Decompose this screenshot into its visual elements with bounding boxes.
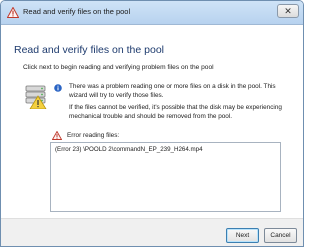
wizard-window: Read and verify files on the pool ✕ Read… xyxy=(0,0,304,247)
warning-icon xyxy=(52,131,62,140)
list-item[interactable]: (Error 23) \POOLD 2\commandN_EP_239_H264… xyxy=(55,146,203,153)
page-subtitle: Click next to begin reading and verifyin… xyxy=(23,64,214,71)
wizard-content: Read and verify files on the pool Click … xyxy=(1,25,303,218)
error-label: Error reading files: xyxy=(67,132,120,139)
info-icon xyxy=(54,84,62,92)
hint-message: If the files cannot be verified, it's po… xyxy=(69,104,282,120)
drive-icon xyxy=(25,85,47,109)
next-button[interactable]: Next xyxy=(226,228,259,243)
title-bar[interactable]: Read and verify files on the pool ✕ xyxy=(1,1,303,25)
window-title: Read and verify files on the pool xyxy=(23,7,131,16)
page-title: Read and verify files on the pool xyxy=(14,44,165,56)
warning-icon xyxy=(7,7,19,18)
close-button[interactable]: ✕ xyxy=(277,4,299,18)
cancel-button[interactable]: Cancel xyxy=(264,228,297,243)
wizard-footer: Next Cancel xyxy=(1,218,303,246)
problem-message: There was a problem reading one or more … xyxy=(69,83,276,99)
error-list[interactable]: (Error 23) \POOLD 2\commandN_EP_239_H264… xyxy=(50,142,281,212)
